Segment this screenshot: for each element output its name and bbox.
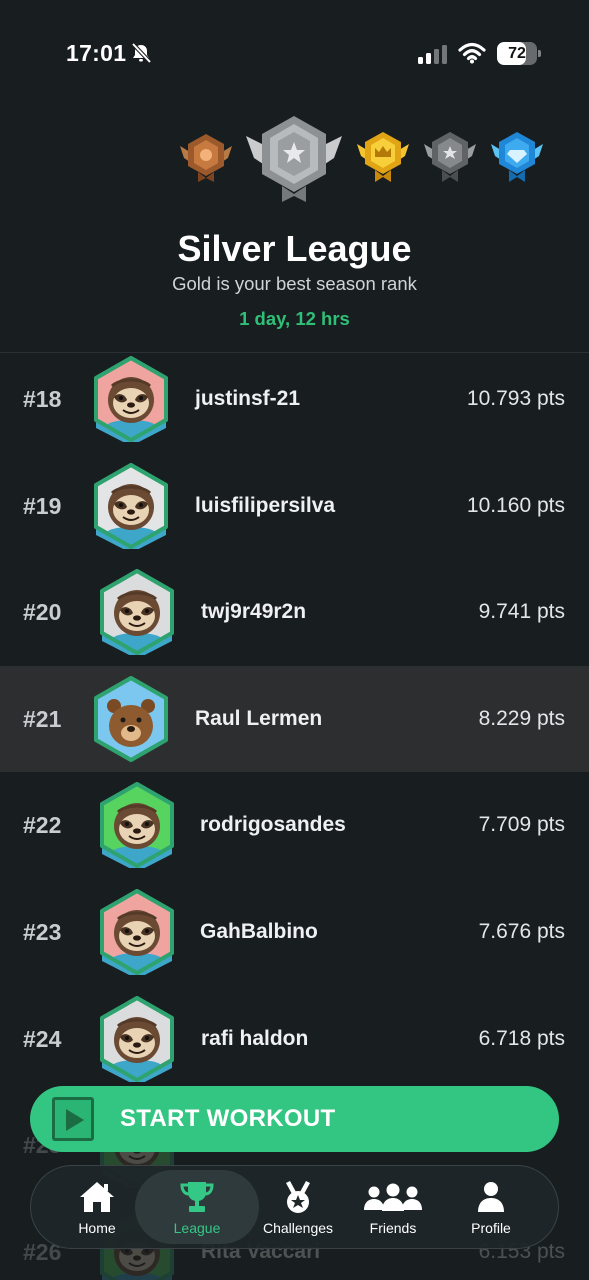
rank-label: #18 bbox=[23, 386, 62, 412]
trophy-icon bbox=[177, 1180, 217, 1214]
league-title: Silver League bbox=[177, 228, 412, 269]
league-header: Silver League Gold is your best season r… bbox=[0, 108, 589, 353]
username[interactable]: justinsf-21 bbox=[195, 346, 300, 452]
points-value: 10.160 pts bbox=[466, 493, 565, 517]
tab-challenges[interactable]: Challenges bbox=[251, 1170, 345, 1244]
leaderboard-row[interactable]: #19 luisfilipersilva 10.160 pts bbox=[0, 453, 589, 560]
tab-bar: Home League Challenges Friends Profile bbox=[30, 1165, 559, 1249]
tab-league-label: League bbox=[173, 1220, 221, 1236]
battery-level: 72 bbox=[508, 45, 526, 62]
username[interactable]: twj9r49r2n bbox=[201, 559, 306, 665]
tab-friends-label: Friends bbox=[369, 1220, 417, 1236]
battery-icon: 72 bbox=[497, 42, 541, 65]
points-value: 7.709 pts bbox=[478, 813, 565, 837]
diamond-badge[interactable] bbox=[489, 130, 545, 184]
leaderboard-row[interactable]: #22 rodrigosandes 7.709 pts bbox=[0, 772, 589, 879]
username[interactable]: Raul Lermen bbox=[195, 666, 322, 772]
rank-label: #24 bbox=[23, 1025, 62, 1052]
signal-icon bbox=[418, 44, 450, 64]
silver-badge[interactable] bbox=[244, 114, 344, 204]
medal-icon bbox=[278, 1180, 318, 1214]
bell-slash-icon bbox=[130, 42, 152, 64]
leaderboard-row[interactable]: #24 rafi haldon 6.718 pts bbox=[0, 986, 589, 1093]
gold-badge[interactable] bbox=[355, 130, 411, 184]
friends-icon bbox=[362, 1180, 424, 1214]
sloth-avatar[interactable] bbox=[98, 888, 176, 975]
username[interactable]: rafi haldon bbox=[201, 986, 308, 1092]
rank-label: #22 bbox=[23, 812, 62, 839]
rank-label: #19 bbox=[23, 492, 62, 519]
bear-avatar[interactable] bbox=[92, 675, 170, 762]
rank-label: #21 bbox=[23, 705, 62, 732]
sloth-avatar[interactable] bbox=[92, 356, 170, 442]
username[interactable]: rodrigosandes bbox=[200, 772, 346, 878]
sloth-avatar[interactable] bbox=[98, 569, 176, 656]
start-workout-label: START WORKOUT bbox=[120, 1105, 336, 1132]
points-value: 6.718 pts bbox=[478, 1026, 565, 1050]
tab-profile[interactable]: Profile bbox=[445, 1170, 537, 1244]
leaderboard-row[interactable]: #18 justinsf-21 10.793 pts bbox=[0, 346, 589, 453]
tab-league[interactable]: League bbox=[135, 1170, 259, 1244]
tab-home-label: Home bbox=[78, 1220, 116, 1236]
points-value: 7.676 pts bbox=[478, 919, 565, 943]
sloth-avatar[interactable] bbox=[98, 995, 176, 1082]
points-value: 10.793 pts bbox=[466, 387, 565, 410]
play-icon bbox=[52, 1097, 94, 1141]
tab-profile-label: Profile bbox=[471, 1220, 511, 1236]
username[interactable]: luisfilipersilva bbox=[195, 453, 335, 559]
home-icon bbox=[77, 1180, 117, 1214]
sloth-avatar[interactable] bbox=[98, 782, 176, 869]
tab-friends[interactable]: Friends bbox=[347, 1170, 439, 1244]
league-timer: 1 day, 12 hrs bbox=[239, 308, 350, 329]
rank-label: #23 bbox=[23, 918, 62, 945]
tab-home[interactable]: Home bbox=[51, 1170, 143, 1244]
status-bar: 17:01 72 bbox=[0, 0, 589, 108]
points-value: 9.741 pts bbox=[478, 600, 565, 624]
rank-label: #20 bbox=[23, 599, 62, 626]
platinum-badge[interactable] bbox=[422, 130, 478, 184]
profile-icon bbox=[471, 1180, 511, 1214]
status-time: 17:01 bbox=[66, 40, 127, 66]
username[interactable]: GahBalbino bbox=[200, 879, 318, 985]
tab-challenges-label: Challenges bbox=[262, 1220, 334, 1236]
sloth-avatar[interactable] bbox=[92, 462, 170, 549]
leaderboard-row[interactable]: #20 twj9r49r2n 9.741 pts bbox=[0, 559, 589, 666]
wifi-icon bbox=[458, 42, 486, 64]
league-subtitle: Gold is your best season rank bbox=[172, 273, 417, 294]
leaderboard-row[interactable]: #23 GahBalbino 7.676 pts bbox=[0, 879, 589, 986]
start-workout-button[interactable]: START WORKOUT bbox=[30, 1086, 559, 1152]
leaderboard-row-current-user[interactable]: #21 Raul Lermen 8.229 pts bbox=[0, 665, 589, 773]
points-value: 8.229 pts bbox=[478, 706, 565, 730]
bronze-badge[interactable] bbox=[178, 132, 234, 184]
